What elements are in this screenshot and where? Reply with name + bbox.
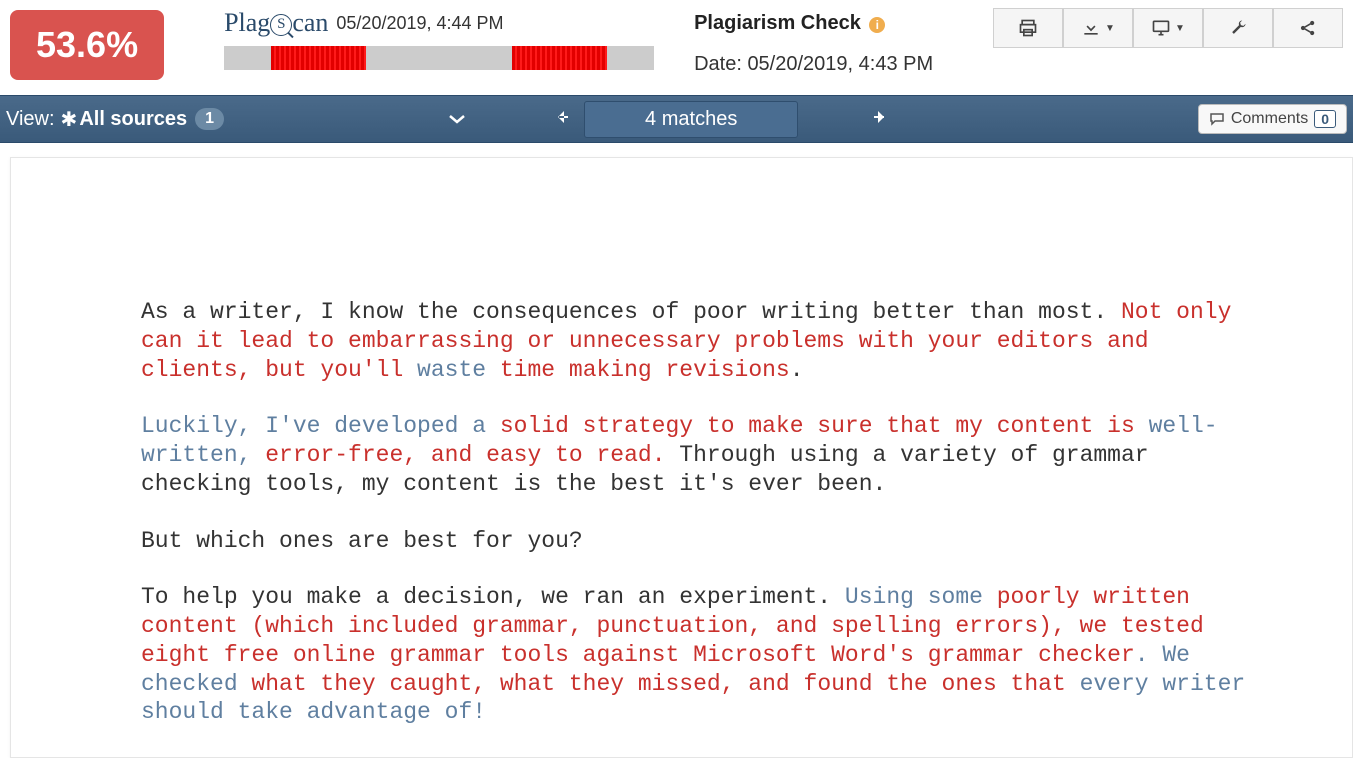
comments-count: 0	[1314, 110, 1336, 128]
caret-icon: ▼	[1175, 23, 1185, 34]
toolbar: ▼ ▼	[993, 8, 1343, 48]
download-icon	[1081, 18, 1101, 38]
paragraph: To help you make a decision, we ran an e…	[141, 583, 1252, 727]
expand-button[interactable]	[434, 101, 480, 138]
display-button[interactable]: ▼	[1133, 8, 1203, 48]
all-sources-link[interactable]: All sources	[79, 108, 187, 131]
comment-icon	[1209, 112, 1225, 126]
text-segment: To help you make a decision, we ran an e…	[141, 584, 845, 610]
match-bar	[224, 46, 654, 70]
navbar: View: ✱ All sources 1 4 matches Comments…	[0, 95, 1353, 143]
chevron-down-icon	[448, 113, 466, 125]
check-date: Date: 05/20/2019, 4:43 PM	[694, 53, 933, 76]
text-segment: waste	[417, 357, 500, 383]
text-segment: .	[790, 357, 804, 383]
comments-button[interactable]: Comments 0	[1198, 104, 1347, 134]
sources-count-badge: 1	[195, 108, 224, 130]
check-info: Plagiarism Check i Date: 05/20/2019, 4:4…	[694, 8, 933, 76]
matches-button[interactable]: 4 matches	[584, 101, 798, 138]
paragraph: But which ones are best for you?	[141, 527, 1252, 556]
wrench-icon	[1228, 18, 1248, 38]
match-segment	[512, 46, 607, 70]
snowflake-icon: ✱	[61, 107, 78, 132]
text-segment: As a writer, I know the consequences of …	[141, 299, 1121, 325]
caret-icon: ▼	[1105, 23, 1115, 34]
text-segment: .	[1135, 642, 1163, 668]
print-icon	[1018, 18, 1038, 38]
settings-button[interactable]	[1203, 8, 1273, 48]
match-segment	[271, 46, 366, 70]
header: 53.6% PlagScan 05/20/2019, 4:44 PM Plagi…	[0, 0, 1353, 95]
logo-column: PlagScan 05/20/2019, 4:44 PM	[224, 8, 654, 70]
paragraph: As a writer, I know the consequences of …	[141, 298, 1252, 384]
text-segment: But which ones are best for you?	[141, 528, 583, 554]
document-wrap: As a writer, I know the consequences of …	[0, 143, 1353, 758]
plagscan-logo: PlagScan	[224, 8, 328, 38]
text-segment: what they caught, what they missed, and …	[251, 671, 1079, 697]
view-label: View:	[6, 108, 55, 131]
check-title: Plagiarism Check	[694, 12, 861, 34]
paragraph: Luckily, I've developed a solid strategy…	[141, 412, 1252, 498]
text-segment: Using some	[845, 584, 997, 610]
document: As a writer, I know the consequences of …	[10, 157, 1353, 758]
share-button[interactable]	[1273, 8, 1343, 48]
text-segment: Luckily, I've developed a	[141, 413, 500, 439]
prev-match-button[interactable]	[540, 101, 584, 138]
comments-label: Comments	[1231, 110, 1308, 128]
arrow-right-icon	[872, 109, 888, 125]
text-segment: error-free, and easy to read.	[265, 442, 665, 468]
print-button[interactable]	[993, 8, 1063, 48]
monitor-icon	[1151, 18, 1171, 38]
info-icon[interactable]: i	[869, 17, 885, 33]
text-segment: time making revisions	[500, 357, 790, 383]
scan-timestamp: 05/20/2019, 4:44 PM	[336, 13, 503, 34]
next-match-button[interactable]	[858, 101, 902, 138]
share-icon	[1298, 18, 1318, 38]
download-button[interactable]: ▼	[1063, 8, 1133, 48]
arrow-left-icon	[554, 109, 570, 125]
text-segment: solid strategy to make sure that my cont…	[500, 413, 1149, 439]
percentage-badge: 53.6%	[10, 10, 164, 80]
